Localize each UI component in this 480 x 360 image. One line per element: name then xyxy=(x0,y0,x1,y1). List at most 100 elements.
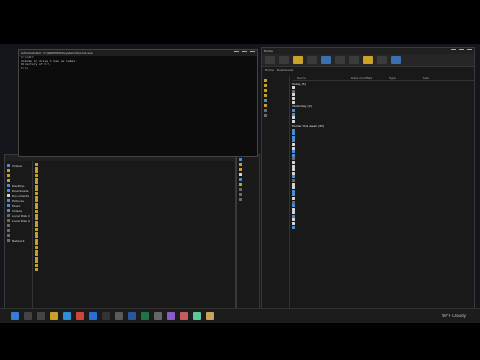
app-icon[interactable] xyxy=(193,312,201,320)
document-icon xyxy=(7,194,10,197)
download-icon xyxy=(7,189,10,192)
left-nav-label: Local Disk (D:) xyxy=(12,218,30,223)
file-row[interactable] xyxy=(35,267,235,271)
file-row[interactable] xyxy=(292,225,474,229)
search-icon[interactable] xyxy=(24,312,32,320)
excel-icon[interactable] xyxy=(141,312,149,320)
doc-icon xyxy=(292,207,295,211)
folder-icon xyxy=(35,217,38,221)
left-nav-label: Music xyxy=(12,203,21,208)
video-icon xyxy=(7,209,10,212)
folder-icon xyxy=(35,249,38,253)
doc-icon xyxy=(292,168,295,172)
edge-icon[interactable] xyxy=(63,312,71,320)
new-button[interactable] xyxy=(265,56,275,64)
folder-icon xyxy=(35,220,38,224)
img-icon xyxy=(292,109,295,113)
folder-icon xyxy=(35,245,38,249)
right-explorer-window[interactable]: Home Home Downloads Name Date modified T… xyxy=(261,47,475,309)
img-icon xyxy=(292,214,295,218)
letterbox-bottom xyxy=(0,323,480,360)
folder-icon xyxy=(35,231,38,235)
tab-home[interactable]: Home xyxy=(264,49,273,53)
app-icon[interactable] xyxy=(167,312,175,320)
drive-icon xyxy=(7,234,10,237)
img-icon xyxy=(292,139,295,143)
chrome-icon[interactable] xyxy=(76,312,84,320)
view-button[interactable] xyxy=(377,56,387,64)
doc-icon xyxy=(292,86,295,90)
col-date[interactable]: Date modified xyxy=(351,76,387,80)
breadcrumb-home[interactable]: Home xyxy=(265,68,274,72)
drive-icon xyxy=(7,224,10,227)
breadcrumb-downloads[interactable]: Downloads xyxy=(277,68,293,72)
delete-button[interactable] xyxy=(349,56,359,64)
img-icon xyxy=(292,189,295,193)
col-name[interactable]: Name xyxy=(292,76,349,80)
folder-icon xyxy=(35,184,38,188)
folder-icon xyxy=(35,206,38,210)
doc-icon xyxy=(292,146,295,150)
folder-icon xyxy=(35,166,38,170)
letterbox-top xyxy=(0,0,480,44)
doc-icon xyxy=(292,160,295,164)
copy-button[interactable] xyxy=(293,56,303,64)
doc-icon xyxy=(292,222,295,226)
settings-icon[interactable] xyxy=(154,312,162,320)
img-icon xyxy=(292,153,295,157)
folder-icon xyxy=(7,179,10,182)
drive-icon xyxy=(7,219,10,222)
left-nav-item[interactable]: Network xyxy=(7,238,30,243)
app-icon xyxy=(292,89,295,93)
taskview-icon[interactable] xyxy=(37,312,45,320)
folder-icon xyxy=(35,199,38,203)
app-icon[interactable] xyxy=(180,312,188,320)
doc-icon xyxy=(292,182,295,186)
explorer-icon[interactable] xyxy=(50,312,58,320)
col-size[interactable]: Size xyxy=(415,76,429,80)
folder-icon xyxy=(35,238,38,242)
console-window[interactable]: Administrator: C:\WINDOWS\system32\cmd.e… xyxy=(18,49,258,157)
console-line: C:\> xyxy=(21,65,29,70)
paste-button[interactable] xyxy=(307,56,317,64)
folder-icon xyxy=(35,253,38,257)
img-icon xyxy=(292,128,295,132)
terminal-icon[interactable] xyxy=(102,312,110,320)
start-icon[interactable] xyxy=(11,312,19,320)
doc-icon xyxy=(292,186,295,190)
cut-button[interactable] xyxy=(279,56,289,64)
drive-icon xyxy=(7,229,10,232)
app-icon[interactable] xyxy=(206,312,214,320)
filter-button[interactable] xyxy=(391,56,401,64)
word-icon[interactable] xyxy=(128,312,136,320)
share-button[interactable] xyxy=(335,56,345,64)
middle-explorer-window[interactable] xyxy=(236,154,260,309)
left-explorer-window[interactable]: Videos Desktop Downloads Documents Pictures M… xyxy=(4,154,236,309)
weather-widget[interactable]: 49°F Cloudy xyxy=(442,314,466,318)
col-type[interactable]: Type xyxy=(389,76,413,80)
picture-icon xyxy=(7,199,10,202)
folder-icon xyxy=(35,210,38,214)
folder-icon xyxy=(35,260,38,264)
folder-icon xyxy=(35,213,38,217)
drive-icon xyxy=(7,214,10,217)
folder-icon xyxy=(7,169,10,172)
folder-icon xyxy=(35,192,38,196)
doc-icon xyxy=(292,120,295,124)
folder-icon xyxy=(35,224,38,228)
ribbon-toolbar xyxy=(262,54,474,67)
rename-button[interactable] xyxy=(321,56,331,64)
left-nav-label: Downloads xyxy=(12,188,29,193)
right-nav-pane xyxy=(262,76,290,308)
sort-button[interactable] xyxy=(363,56,373,64)
folder-icon xyxy=(7,174,10,177)
img-icon xyxy=(292,204,295,208)
middle-nav-pane xyxy=(237,155,259,308)
store-icon[interactable] xyxy=(115,312,123,320)
doc-icon xyxy=(292,143,295,147)
console-output[interactable]: C:\>dir Volume in drive C has no label. Di… xyxy=(19,55,257,70)
doc-icon xyxy=(292,97,295,101)
desktop-icon xyxy=(7,184,10,187)
img-icon xyxy=(292,132,295,136)
mail-icon[interactable] xyxy=(89,312,97,320)
